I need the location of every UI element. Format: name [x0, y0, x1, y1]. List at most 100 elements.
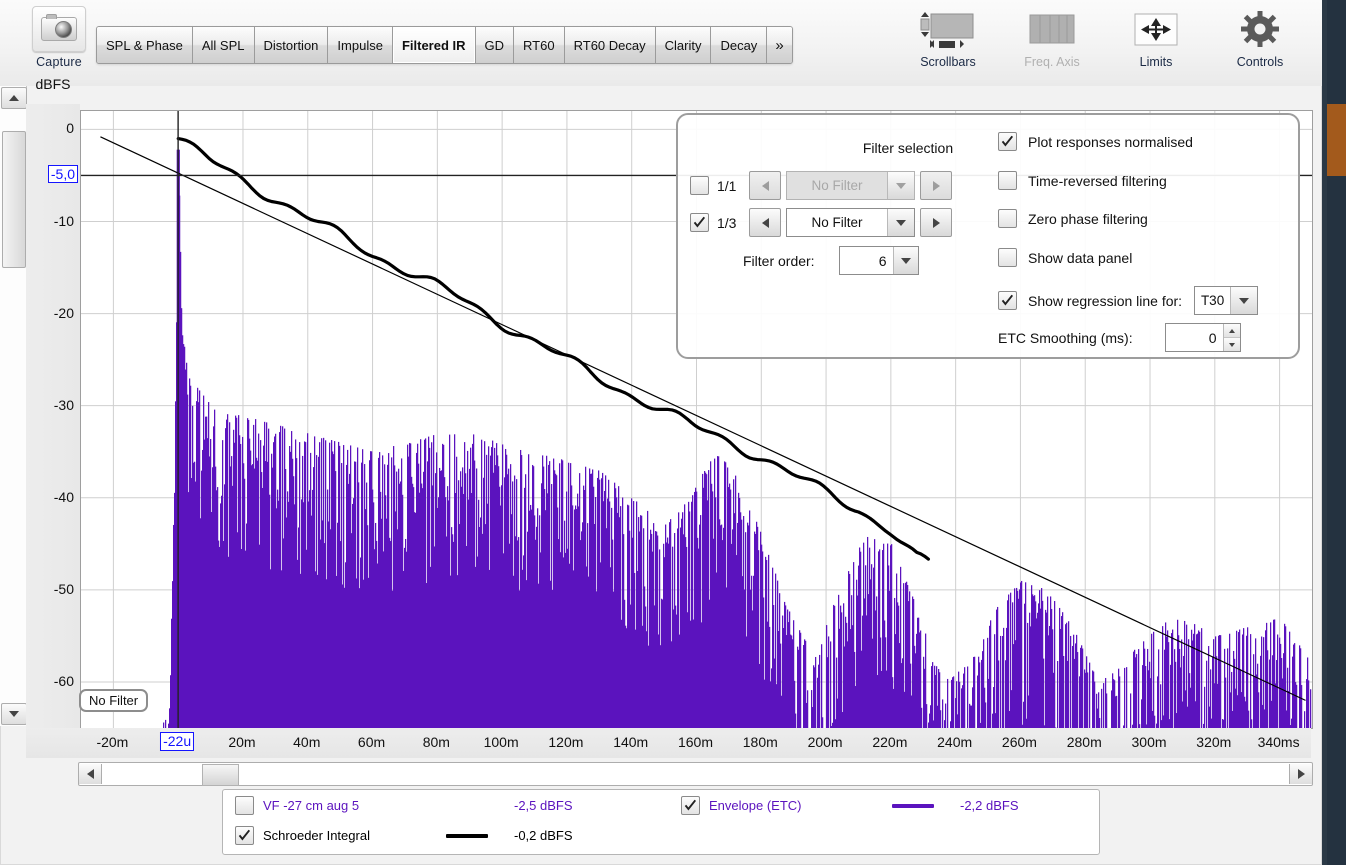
x-axis-tick: -20m — [96, 734, 129, 750]
octave-1-3-label: 1/3 — [717, 214, 737, 231]
chevron-down-icon — [887, 172, 914, 199]
y-axis-tick: 0 — [66, 120, 74, 137]
y-axis-tick: -30 — [53, 396, 74, 413]
legend-color-swatch — [438, 833, 496, 838]
x-axis-cursor-readout[interactable]: -22u — [160, 732, 195, 751]
filter-selection-title: Filter selection — [862, 140, 954, 156]
x-axis-tick: 160m — [677, 734, 714, 750]
camera-icon — [32, 6, 86, 52]
scroll-up-button[interactable] — [1, 87, 27, 109]
tab-filtered-ir[interactable]: Filtered IR — [392, 27, 476, 63]
time-reversed-label: Time-reversed filtering — [1028, 172, 1167, 189]
etc-smoothing-label: ETC Smoothing (ms): — [998, 329, 1133, 346]
tab-impulse[interactable]: Impulse — [328, 27, 393, 63]
chart-legend: VF -27 cm aug 5 -2,5 dBFS Envelope (ETC) -2… — [222, 789, 1100, 855]
legend-series-name: Schroeder Integral — [263, 828, 370, 843]
freq-axis-button[interactable]: Freq. Axis — [1012, 6, 1092, 69]
etc-smoothing-field[interactable]: 0 — [1164, 323, 1241, 352]
desktop-accent-strip — [1327, 104, 1346, 176]
octave-1-3-combo[interactable]: No Filter — [786, 208, 915, 237]
x-axis-tick: 280m — [1066, 734, 1102, 750]
octave-1-1-checkbox[interactable] — [690, 176, 709, 195]
legend-visibility-checkbox[interactable] — [235, 796, 254, 815]
x-axis-tick: 20m — [228, 734, 256, 750]
scroll-left-button[interactable] — [79, 764, 102, 784]
plot-normalised-checkbox[interactable] — [998, 132, 1017, 151]
tab-distortion[interactable]: Distortion — [254, 27, 329, 63]
tab-spl-phase[interactable]: SPL & Phase — [97, 27, 193, 63]
tab-decay[interactable]: Decay — [711, 27, 768, 63]
toolbar-right-tools: Scrollbars Freq. Axis Limits Controls — [908, 6, 1300, 69]
tab-[interactable]: » — [767, 27, 792, 63]
zero-phase-checkbox[interactable] — [998, 209, 1017, 228]
legend-series-value: -0,2 dBFS — [514, 828, 573, 843]
etc-smoothing-value: 0 — [1208, 329, 1217, 346]
tab-clarity[interactable]: Clarity — [655, 27, 712, 63]
y-axis-tick: -60 — [53, 672, 74, 689]
octave-1-3-next-button[interactable] — [920, 208, 952, 237]
scrollbars-label: Scrollbars — [920, 55, 976, 69]
stepper-down-icon[interactable] — [1223, 338, 1240, 351]
zero-phase-label: Zero phase filtering — [1028, 210, 1148, 227]
horizontal-scroll-track[interactable] — [102, 764, 1289, 786]
show-data-panel-label: Show data panel — [1028, 249, 1133, 266]
horizontal-scroll-thumb[interactable] — [202, 764, 239, 786]
octave-1-1-combo[interactable]: No Filter — [786, 171, 915, 200]
y-axis[interactable]: 0 -10 -20 -30 -40 -50 -60 -5,0 — [26, 104, 80, 730]
controls-label: Controls — [1236, 55, 1284, 69]
tab-gd[interactable]: GD — [475, 27, 515, 63]
tab-rt60[interactable]: RT60 — [514, 27, 565, 63]
regression-type-combo[interactable]: T30 — [1194, 286, 1259, 315]
regression-type-value: T30 — [1200, 293, 1225, 308]
tab-strip: SPL & Phase All SPL Distortion Impulse Filte… — [96, 26, 793, 64]
filter-order-value: 6 — [878, 252, 887, 269]
octave-1-1-value: No Filter — [811, 178, 863, 193]
legend-visibility-checkbox[interactable] — [681, 796, 700, 815]
tab-rt60-decay[interactable]: RT60 Decay — [564, 27, 656, 63]
octave-1-1-prev-button[interactable] — [749, 171, 781, 200]
filter-order-combo[interactable]: 6 — [838, 246, 919, 275]
octave-1-1-next-button[interactable] — [920, 171, 952, 200]
legend-row[interactable]: Envelope (ETC) -2,2 dBFS — [681, 796, 1101, 815]
plot-normalised-label: Plot responses normalised — [1028, 133, 1193, 150]
legend-series-name: Envelope (ETC) — [709, 798, 802, 813]
filter-order-label: Filter order: — [743, 252, 815, 269]
y-axis-tick: -10 — [53, 212, 74, 229]
controls-button[interactable]: Controls — [1220, 6, 1300, 69]
scroll-right-button[interactable] — [1289, 764, 1312, 784]
x-axis-tick: 40m — [293, 734, 321, 750]
x-axis-tick: 340ms — [1257, 734, 1300, 750]
y-axis-cursor-readout[interactable]: -5,0 — [47, 165, 78, 184]
vertical-scroll-thumb[interactable] — [2, 131, 26, 268]
show-data-panel-checkbox[interactable] — [998, 248, 1017, 267]
capture-button[interactable]: Capture — [30, 6, 88, 80]
show-regression-label: Show regression line for: — [1028, 292, 1183, 309]
legend-row[interactable]: Schroeder Integral -0,2 dBFS — [235, 826, 655, 845]
x-axis[interactable]: -20m 20m 40m 60m 80m 100m 120m 140m 160m 180m 200m… — [26, 728, 1311, 758]
limits-icon — [1129, 6, 1183, 54]
y-axis-tick: -20 — [53, 304, 74, 321]
limits-button[interactable]: Limits — [1116, 6, 1196, 69]
etc-smoothing-stepper[interactable] — [1222, 324, 1240, 351]
x-axis-tick: 260m — [1001, 734, 1037, 750]
show-regression-checkbox[interactable] — [998, 291, 1017, 310]
legend-color-swatch — [884, 803, 942, 808]
x-axis-tick: 300m — [1131, 734, 1167, 750]
scrollbars-button[interactable]: Scrollbars — [908, 6, 988, 69]
scroll-down-button[interactable] — [1, 703, 27, 725]
octave-1-3-checkbox[interactable] — [690, 213, 709, 232]
octave-1-3-value: No Filter — [811, 215, 863, 230]
scrollbars-icon — [917, 6, 979, 54]
time-reversed-checkbox[interactable] — [998, 171, 1017, 190]
legend-row[interactable]: VF -27 cm aug 5 -2,5 dBFS — [235, 796, 655, 815]
vertical-scrollbar[interactable] — [0, 86, 27, 726]
tab-all-spl[interactable]: All SPL — [192, 27, 255, 63]
freq-axis-label: Freq. Axis — [1024, 55, 1080, 69]
octave-1-3-prev-button[interactable] — [749, 208, 781, 237]
stepper-up-icon[interactable] — [1223, 324, 1240, 338]
limits-label: Limits — [1139, 55, 1173, 69]
y-axis-tick: -50 — [53, 580, 74, 597]
no-filter-chip[interactable]: No Filter — [79, 689, 149, 712]
horizontal-scrollbar[interactable] — [78, 762, 1313, 786]
legend-visibility-checkbox[interactable] — [235, 826, 254, 845]
